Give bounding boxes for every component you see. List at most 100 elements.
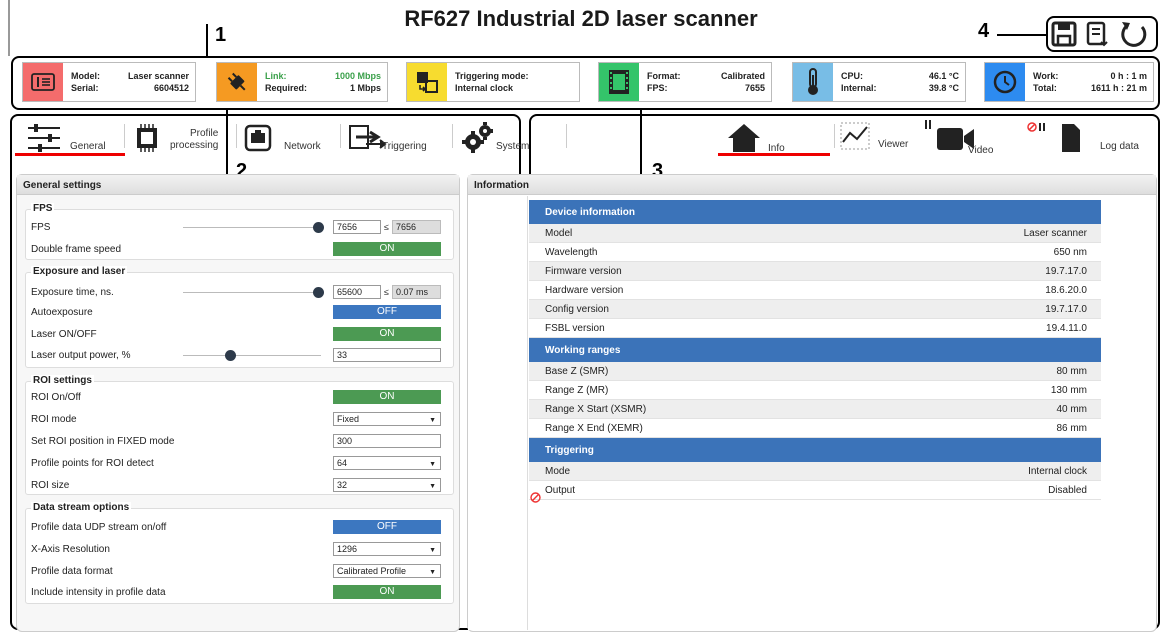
row-key: FSBL version	[545, 322, 605, 334]
exposure-slider-track[interactable]	[183, 292, 321, 293]
table-row: Wavelength 650 nm	[529, 243, 1101, 262]
annotation-4: 4	[978, 20, 990, 42]
laser-toggle[interactable]: ON	[333, 327, 441, 341]
status-value: 6604512	[153, 83, 189, 93]
annotation-4-line	[997, 34, 1047, 36]
table-row: Output Disabled	[529, 481, 1101, 500]
udp-stream-toggle[interactable]: OFF	[333, 520, 441, 534]
laser-power-input[interactable]: 33	[333, 348, 441, 362]
row-key: Config version	[545, 303, 609, 315]
row-value: 130 mm	[1050, 384, 1087, 396]
tab-label-line: processing	[170, 140, 219, 151]
tab-label: Network	[284, 141, 321, 152]
status-value: 7655	[744, 83, 765, 93]
tab-profile-processing[interactable]: Profile processing	[132, 122, 230, 156]
status-key: Internal:	[841, 83, 877, 93]
clock-icon	[985, 63, 1025, 101]
row-value: 80 mm	[1056, 365, 1087, 377]
tab-info[interactable]: Info	[726, 122, 826, 156]
status-card-format: Format: Calibrated FPS: 7655	[598, 62, 772, 102]
home-icon	[728, 124, 760, 152]
status-card-uptime: Work: 0 h : 1 m Total: 1611 h : 21 m	[984, 62, 1154, 102]
status-value: 0 h : 1 m	[1110, 71, 1147, 81]
roi-mode-select[interactable]: Fixed	[333, 412, 441, 426]
model-icon	[23, 63, 63, 101]
tab-triggering[interactable]: Triggering	[348, 122, 448, 156]
row-key: Wavelength	[545, 246, 598, 258]
status-card-model: Model: Laser scanner Serial: 6604512	[22, 62, 196, 102]
roi-size-select[interactable]: 32	[333, 478, 441, 492]
status-value: 1611 h : 21 m	[1090, 83, 1147, 93]
fps-slider-track[interactable]	[183, 227, 321, 228]
status-value: Laser scanner	[127, 71, 189, 81]
section-header: Device information	[529, 200, 1101, 224]
row-value: 40 mm	[1056, 403, 1087, 415]
row-key: Firmware version	[545, 265, 622, 277]
row-value: 86 mm	[1056, 422, 1087, 434]
row-value: 650 nm	[1053, 246, 1087, 258]
refresh-icon[interactable]	[1118, 18, 1150, 50]
group-title: Exposure and laser	[31, 266, 128, 277]
row-key: Range X End (XEMR)	[545, 422, 643, 434]
tab-label: Profile processing	[170, 128, 218, 152]
tab-video[interactable]: Video	[924, 120, 1030, 156]
exposure-input[interactable]: 65600	[333, 285, 381, 299]
row-value: 18.6.20.0	[1045, 284, 1087, 296]
tab-general[interactable]: General	[26, 122, 122, 156]
film-icon	[599, 63, 639, 101]
tab-system[interactable]: System	[462, 122, 542, 156]
thermometer-icon	[793, 63, 833, 101]
profile-format-select[interactable]: Calibrated Profile	[333, 564, 441, 578]
autoexposure-toggle[interactable]: OFF	[333, 305, 441, 319]
exposure-slider-knob[interactable]	[313, 287, 324, 298]
table-row: FSBL version 19.4.11.0	[529, 319, 1101, 338]
status-value: 1000 Mbps	[334, 71, 381, 81]
tab-viewer[interactable]: Viewer	[840, 122, 920, 156]
pause-icon	[925, 120, 931, 129]
row-value: 19.7.17.0	[1045, 303, 1087, 315]
le-symbol: ≤	[384, 287, 389, 297]
export-list-icon[interactable]	[1085, 20, 1111, 48]
status-card-temperature: CPU: 46.1 °C Internal: 39.8 °C	[792, 62, 966, 102]
laser-power-slider-track[interactable]	[183, 355, 321, 356]
status-value: 39.8 °C	[928, 83, 959, 93]
tab-network[interactable]: Network	[244, 122, 334, 156]
gears-icon	[462, 122, 493, 153]
table-row: Firmware version 19.7.17.0	[529, 262, 1101, 281]
file-icon	[1062, 124, 1080, 152]
exposure-max-value: 0.07 ms	[392, 285, 441, 299]
fps-input[interactable]: 7656	[333, 220, 381, 234]
sliders-icon	[28, 124, 60, 152]
group-title: FPS	[31, 203, 55, 214]
status-value: Calibrated	[720, 71, 765, 81]
row-key: Hardware version	[545, 284, 624, 296]
fps-slider-knob[interactable]	[313, 222, 324, 233]
output-disabled-icon	[530, 492, 541, 503]
laser-power-slider-knob[interactable]	[225, 350, 236, 361]
group-title: Data stream options	[31, 502, 132, 513]
status-value: 46.1 °C	[928, 71, 959, 81]
table-row: Range X End (XEMR) 86 mm	[529, 419, 1101, 438]
double-frame-toggle[interactable]: ON	[333, 242, 441, 256]
tab-label: Viewer	[878, 139, 909, 150]
intensity-toggle[interactable]: ON	[333, 585, 441, 599]
save-icon[interactable]	[1050, 20, 1078, 48]
status-key: Serial:	[71, 83, 99, 93]
tab-separator	[124, 124, 125, 148]
triggering-icon	[407, 63, 447, 101]
status-key: Format:	[647, 71, 681, 81]
tab-label: System	[496, 141, 530, 152]
roi-toggle[interactable]: ON	[333, 390, 441, 404]
tab-log-data[interactable]: Log data	[1060, 122, 1150, 156]
roi-position-input[interactable]: 300	[333, 434, 441, 448]
status-key: Required:	[265, 83, 308, 93]
roi-points-select[interactable]: 64	[333, 456, 441, 470]
row-key: Model	[545, 227, 573, 239]
row-value: 19.7.17.0	[1045, 265, 1087, 277]
ethernet-icon	[244, 124, 272, 152]
x-resolution-select[interactable]: 1296	[333, 542, 441, 556]
table-row: Config version 19.7.17.0	[529, 300, 1101, 319]
row-key: Range Z (MR)	[545, 384, 609, 396]
plug-icon	[217, 63, 257, 101]
annotation-1: 1	[215, 24, 227, 46]
